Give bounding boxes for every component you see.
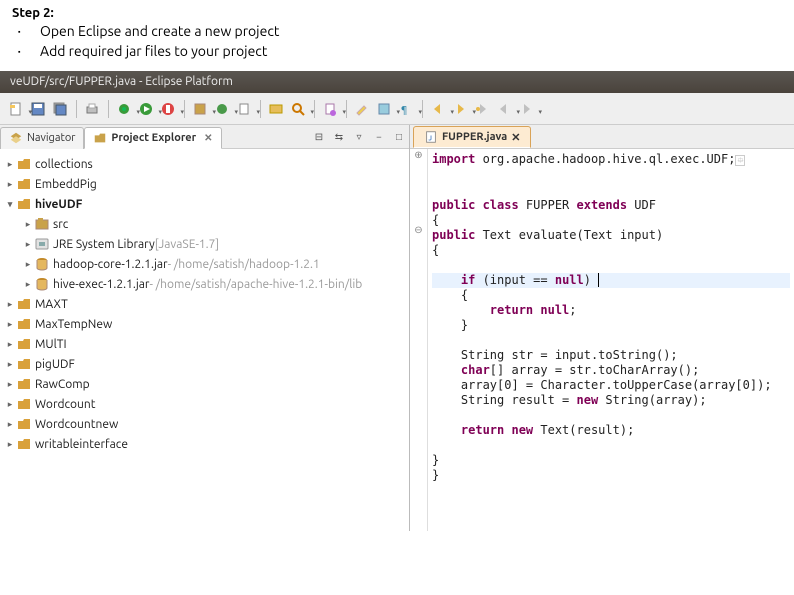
whitespace-button[interactable]: ¶▾ bbox=[396, 99, 416, 119]
src-folder[interactable]: ▸src bbox=[22, 214, 405, 234]
bullet-2: Add required jar files to your project bbox=[18, 42, 782, 62]
project-rawcomp[interactable]: ▸RawComp bbox=[4, 374, 405, 394]
step-heading: Step 2: bbox=[12, 6, 782, 20]
new-type-button[interactable]: ▾ bbox=[234, 99, 254, 119]
highlight-button[interactable] bbox=[352, 99, 372, 119]
save-button[interactable] bbox=[28, 99, 48, 119]
window-titlebar[interactable]: veUDF/src/FUPPER.java - Eclipse Platform bbox=[0, 71, 794, 93]
prev-annotation-button[interactable]: ▾ bbox=[494, 99, 514, 119]
navigator-icon bbox=[9, 131, 23, 145]
minimize-view-button[interactable]: − bbox=[371, 129, 387, 145]
run-button[interactable]: ▾ bbox=[136, 99, 156, 119]
navigator-tab-label: Navigator bbox=[27, 132, 75, 144]
navigator-tab[interactable]: Navigator bbox=[0, 127, 84, 149]
svg-text:¶: ¶ bbox=[401, 104, 407, 115]
bullet-1: Open Eclipse and create a new project bbox=[18, 22, 782, 42]
project-explorer-icon bbox=[93, 131, 107, 145]
slide-top-text: Step 2: Open Eclipse and create a new pr… bbox=[0, 0, 794, 71]
project-pigudf[interactable]: ▸pigUDF bbox=[4, 354, 405, 374]
project-wordcount[interactable]: ▸Wordcount bbox=[4, 394, 405, 414]
search-button[interactable]: ▾ bbox=[288, 99, 308, 119]
jre-library[interactable]: ▸JRE System Library [JavaSE-1.7] bbox=[22, 234, 405, 254]
window-title: veUDF/src/FUPPER.java - Eclipse Platform bbox=[10, 75, 233, 88]
eclipse-window: veUDF/src/FUPPER.java - Eclipse Platform… bbox=[0, 71, 794, 531]
project-explorer-tab[interactable]: Project Explorer ✕ bbox=[84, 127, 221, 149]
project-hiveudf[interactable]: ▾hiveUDF bbox=[4, 194, 405, 214]
view-menu-button[interactable]: ▿ bbox=[351, 129, 367, 145]
new-package-button[interactable]: ▾ bbox=[190, 99, 210, 119]
main-toolbar: ▾ ▾ ▾ ▾ ▾ ▾ ▾ ▾ ▾ ▾ ¶▾ ▾ ▾ ▾ ▾ bbox=[0, 93, 794, 125]
open-task-button[interactable]: ▾ bbox=[320, 99, 340, 119]
project-writableinterface[interactable]: ▸writableinterface bbox=[4, 434, 405, 454]
save-all-button[interactable] bbox=[50, 99, 70, 119]
annotations-button[interactable]: ▾ bbox=[374, 99, 394, 119]
project-collections[interactable]: ▸collections bbox=[4, 154, 405, 174]
project-wordcountnew[interactable]: ▸Wordcountnew bbox=[4, 414, 405, 434]
last-edit-button[interactable] bbox=[472, 99, 492, 119]
project-embeddpig[interactable]: ▸EmbeddPig bbox=[4, 174, 405, 194]
new-button[interactable]: ▾ bbox=[6, 99, 26, 119]
project-tree[interactable]: ▸collections ▸EmbeddPig ▾hiveUDF ▸src ▸J… bbox=[0, 149, 409, 531]
editor-gutter: ⊕ ⊖ bbox=[410, 149, 428, 531]
project-maxtempnew[interactable]: ▸MaxTempNew bbox=[4, 314, 405, 334]
next-annotation-button[interactable]: ▾ bbox=[516, 99, 536, 119]
editor-tab-label: FUPPER.java bbox=[442, 131, 507, 143]
code-area[interactable]: import org.apache.hadoop.hive.ql.exec.UD… bbox=[428, 149, 794, 531]
editor-close-icon[interactable]: ✕ bbox=[511, 131, 520, 144]
editor-panel: J FUPPER.java ✕ ⊕ ⊖ import org.apache.ha… bbox=[410, 125, 794, 531]
jar-hadoop-core[interactable]: ▸hadoop-core-1.2.1.jar - /home/satish/ha… bbox=[22, 254, 405, 274]
jar-hive-exec[interactable]: ▸hive-exec-1.2.1.jar - /home/satish/apac… bbox=[22, 274, 405, 294]
back-button[interactable]: ▾ bbox=[428, 99, 448, 119]
fold-icon[interactable]: ⊕ bbox=[410, 149, 427, 164]
print-button[interactable] bbox=[82, 99, 102, 119]
svg-text:J: J bbox=[428, 135, 432, 143]
debug-button[interactable]: ▾ bbox=[114, 99, 134, 119]
project-explorer-tab-label: Project Explorer bbox=[111, 132, 196, 144]
close-icon[interactable]: ✕ bbox=[204, 132, 212, 144]
maximize-view-button[interactable]: □ bbox=[391, 129, 407, 145]
project-multi[interactable]: ▸MUlTI bbox=[4, 334, 405, 354]
link-editor-button[interactable]: ⇆ bbox=[331, 129, 347, 145]
new-class-button[interactable]: ▾ bbox=[212, 99, 232, 119]
ext-tools-button[interactable]: ▾ bbox=[158, 99, 178, 119]
fold-icon-2[interactable]: ⊖ bbox=[410, 224, 427, 239]
project-maxt[interactable]: ▸MAXT bbox=[4, 294, 405, 314]
open-type-button[interactable] bbox=[266, 99, 286, 119]
forward-button[interactable]: ▾ bbox=[450, 99, 470, 119]
editor-tab-fupper[interactable]: J FUPPER.java ✕ bbox=[413, 126, 531, 148]
java-file-icon: J bbox=[424, 130, 438, 144]
left-panel: Navigator Project Explorer ✕ ⊟ ⇆ ▿ − □ ▸… bbox=[0, 125, 410, 531]
collapse-all-button[interactable]: ⊟ bbox=[311, 129, 327, 145]
